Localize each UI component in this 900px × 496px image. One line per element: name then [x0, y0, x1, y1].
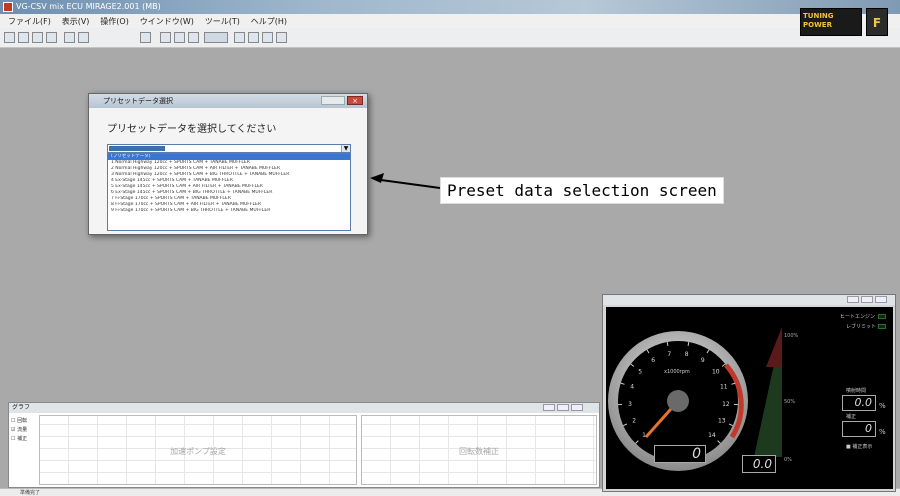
brand-logo-mark: F	[866, 8, 888, 36]
tach-tick-label: 7	[667, 351, 671, 358]
chevron-down-icon[interactable]: ▼	[341, 145, 350, 152]
scale-0-label: 0%	[784, 457, 792, 463]
connect-icon[interactable]	[140, 32, 151, 43]
menu-bar: ファイル(F) 表示(V) 操作(O) ウインドウ(W) ツール(T) ヘルプ(…	[0, 14, 900, 28]
menu-view[interactable]: 表示(V)	[62, 16, 90, 27]
dialog-prompt: プリセットデータを選択してください	[107, 124, 277, 135]
throttle-bar-red	[766, 327, 782, 367]
preset-dialog: プリセットデータ選択 × プリセットデータを選択してください ▼ (プリセットデ…	[88, 93, 368, 235]
tach-tick-label: 5	[638, 368, 642, 375]
dialog-close-button[interactable]: ×	[347, 96, 363, 105]
aux-led-2	[878, 324, 886, 329]
dialog-minimize-button[interactable]	[321, 96, 345, 105]
graph-close-button[interactable]	[571, 404, 583, 411]
tach-tick-label: 10	[712, 368, 720, 375]
tach-tick-label: 12	[722, 401, 730, 408]
dialog-titlebar: プリセットデータ選択 ×	[89, 94, 367, 108]
menu-window[interactable]: ウインドウ(W)	[140, 16, 194, 27]
graph-panel-title: グラフ	[12, 404, 31, 411]
print-icon[interactable]	[46, 32, 57, 43]
tach-tick-mark	[666, 341, 669, 346]
field2-unit: %	[879, 428, 886, 436]
read-icon[interactable]	[160, 32, 171, 43]
tach-hub	[667, 390, 689, 412]
tach-maximize-button[interactable]	[861, 296, 873, 303]
tach-unit-label: x1000rpm	[664, 369, 690, 375]
plot-rpm-correction-label: 回転数補正	[459, 447, 499, 456]
tach-tick-label: 2	[632, 418, 636, 425]
tach-close-button[interactable]	[875, 296, 887, 303]
graph-check-correction[interactable]: ☐ 補正	[11, 435, 27, 444]
graph-minimize-button[interactable]	[543, 404, 555, 411]
zoom-out-icon[interactable]	[234, 32, 245, 43]
dialog-title: プリセットデータ選択	[103, 97, 173, 105]
field1-value: 0.0	[842, 395, 876, 411]
scale-100-label: 100%	[784, 333, 799, 339]
field2-value: 0	[842, 421, 876, 437]
field2-label: 補正	[846, 414, 857, 420]
tach-tick-label: 9	[701, 357, 705, 364]
tach-tick-label: 8	[685, 351, 689, 358]
aux-label-1: ヒートエンジン	[840, 314, 876, 320]
new-file-icon[interactable]	[4, 32, 15, 43]
graph-panel: グラフ ☐ 回転 ☑ 流量 ☐ 補正 加速ポンプ設定 回転数補正	[8, 402, 600, 488]
graph-icon[interactable]	[262, 32, 273, 43]
menu-help[interactable]: ヘルプ(H)	[251, 16, 287, 27]
plot-accel-pump: 加速ポンプ設定	[39, 415, 357, 485]
graph-check-rpm[interactable]: ☐ 回転	[11, 417, 27, 426]
app-icon	[3, 2, 13, 12]
tach-tick-label: 4	[630, 384, 634, 391]
map-select-dropdown[interactable]	[204, 32, 228, 43]
tach-tick-mark	[687, 341, 690, 346]
annotation-label: Preset data selection screen	[440, 177, 724, 204]
graph-check-flow[interactable]: ☑ 流量	[11, 426, 27, 435]
window-title: VG-CSV mix ECU MIRAGE2.001 (MB)	[16, 2, 161, 11]
compare-icon[interactable]	[188, 32, 199, 43]
tach-tick-label: 11	[720, 384, 728, 391]
tach-tick-label: 14	[708, 432, 716, 439]
zoom-in-icon[interactable]	[248, 32, 259, 43]
graph-checkbox-group: ☐ 回転 ☑ 流量 ☐ 補正	[11, 417, 27, 444]
preset-combobox[interactable]: ▼	[107, 144, 351, 153]
aux-led-1	[878, 314, 886, 319]
tach-titlebar	[603, 295, 895, 305]
brand-logo: TUNING POWER F	[800, 2, 888, 40]
graph-maximize-button[interactable]	[557, 404, 569, 411]
plot-accel-pump-label: 加速ポンプ設定	[170, 447, 226, 456]
plot-rpm-correction: 回転数補正	[361, 415, 597, 485]
tach-tick-label: 3	[628, 401, 632, 408]
open-file-icon[interactable]	[18, 32, 29, 43]
graph-panel-titlebar: グラフ	[9, 403, 599, 413]
settings-icon[interactable]	[276, 32, 287, 43]
tach-display: 1 2 3 4 5 6 7 8 9 10 11 12 13 14 x1000rpm 0 0.0 100% …	[606, 307, 893, 489]
list-item[interactable]: 9 Fi-Stage 170cc + SPORTS CAM + BIG THRO…	[108, 208, 350, 214]
correction-display-checkbox[interactable]: ■ 補正表示	[846, 443, 872, 450]
throttle-readout: 0.0	[742, 455, 776, 473]
menu-tools[interactable]: ツール(T)	[205, 16, 240, 27]
aux-label-2: レブリミット	[846, 324, 877, 330]
field1-unit: %	[879, 402, 886, 410]
brand-badge: TUNING POWER	[800, 8, 862, 36]
tach-tick-label: 13	[718, 418, 726, 425]
toolbar	[0, 28, 900, 48]
redo-icon[interactable]	[78, 32, 89, 43]
menu-file[interactable]: ファイル(F)	[8, 16, 51, 27]
tach-minimize-button[interactable]	[847, 296, 859, 303]
undo-icon[interactable]	[64, 32, 75, 43]
tach-tick-label: 6	[651, 357, 655, 364]
field1-label: 噴射時間	[846, 388, 867, 394]
rpm-readout: 0	[654, 445, 706, 463]
save-icon[interactable]	[32, 32, 43, 43]
tachometer-panel: 1 2 3 4 5 6 7 8 9 10 11 12 13 14 x1000rpm 0 0.0 100% …	[602, 294, 896, 492]
window-titlebar: VG-CSV mix ECU MIRAGE2.001 (MB)	[0, 0, 900, 14]
write-icon[interactable]	[174, 32, 185, 43]
preset-list[interactable]: (プリセットデータ) 1 Normal Highway 120cc + SPOR…	[107, 153, 351, 231]
menu-operation[interactable]: 操作(O)	[100, 16, 129, 27]
preset-combobox-value	[109, 146, 165, 151]
status-text: 準備完了	[20, 490, 41, 496]
scale-50-label: 50%	[784, 399, 796, 405]
annotation-arrow	[370, 173, 441, 189]
